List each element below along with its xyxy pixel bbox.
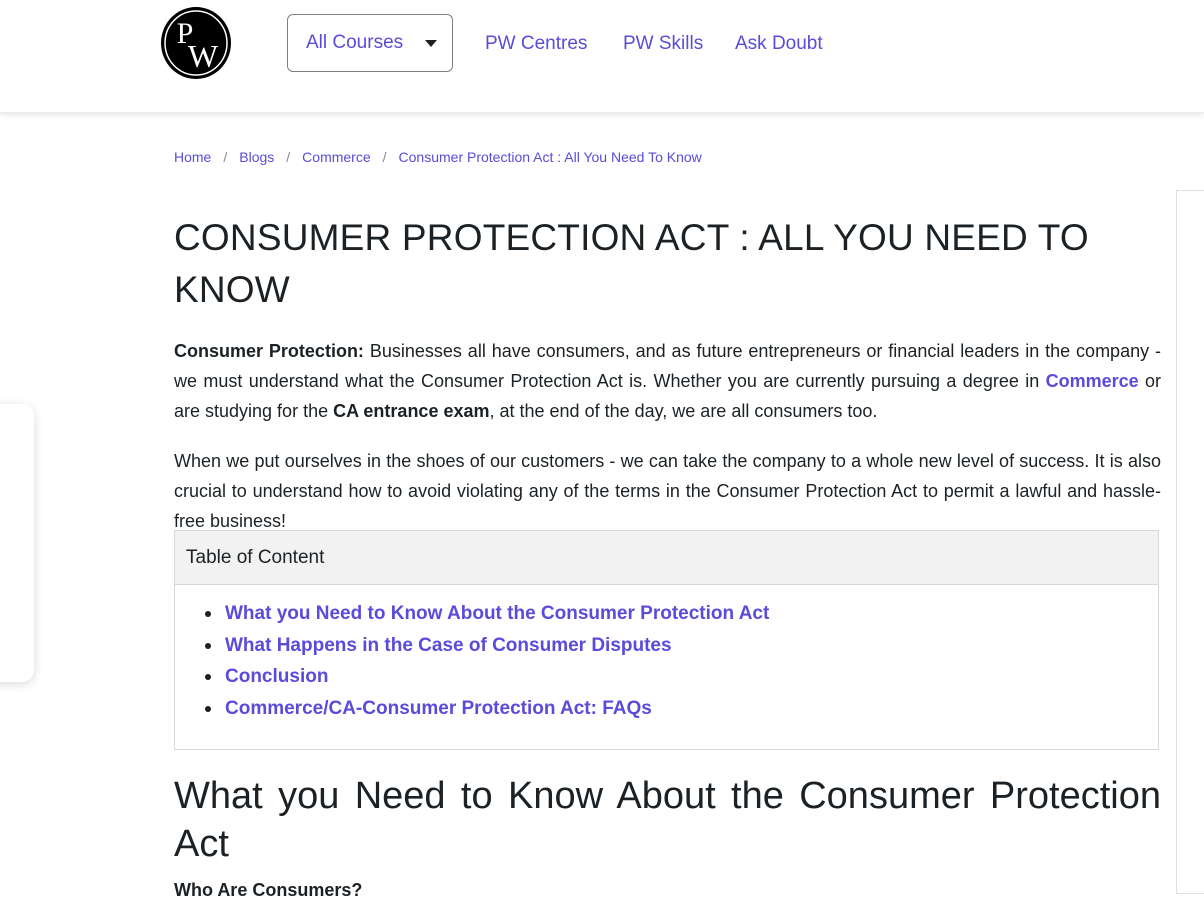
intro-paragraph: Consumer Protection: Businesses all have…: [174, 336, 1161, 426]
nav-pw-centres[interactable]: PW Centres: [485, 33, 587, 55]
page-title: CONSUMER PROTECTION ACT : ALL YOU NEED T…: [174, 217, 1089, 310]
nav-pw-skills[interactable]: PW Skills: [623, 33, 703, 55]
intro-text: , at the end of the day, we are all cons…: [489, 401, 878, 421]
breadcrumb-separator: /: [286, 149, 291, 165]
chevron-down-icon: [425, 39, 438, 47]
right-sidebar-panel: [1176, 190, 1204, 894]
breadcrumb-separator: /: [382, 149, 387, 165]
commerce-link[interactable]: Commerce: [1046, 371, 1139, 391]
toc-link[interactable]: Conclusion: [225, 666, 328, 687]
toc-list: What you Need to Know About the Consumer…: [175, 585, 1158, 724]
toc-item: What you Need to Know About the Consumer…: [205, 598, 1158, 630]
svg-text:W: W: [188, 38, 219, 74]
all-courses-label: All Courses: [306, 32, 404, 53]
all-courses-dropdown[interactable]: All Courses: [287, 14, 453, 72]
breadcrumb-home[interactable]: Home: [174, 149, 211, 165]
second-paragraph: When we put ourselves in the shoes of ou…: [174, 451, 1161, 531]
site-header: P W All Courses PW Centres PW Skills Ask…: [0, 0, 1204, 113]
toc-item: What Happens in the Case of Consumer Dis…: [205, 630, 1158, 662]
toc-item: Conclusion: [205, 661, 1158, 693]
lead-text: Consumer Protection:: [174, 341, 364, 361]
nav-ask-doubt[interactable]: Ask Doubt: [735, 33, 823, 55]
social-sidebar: f: [0, 404, 34, 682]
toc-link[interactable]: What Happens in the Case of Consumer Dis…: [225, 635, 672, 656]
breadcrumb: Home / Blogs / Commerce / Consumer Prote…: [174, 149, 702, 165]
breadcrumb-separator: /: [223, 149, 228, 165]
breadcrumb-commerce[interactable]: Commerce: [302, 149, 370, 165]
ca-exam-text: CA entrance exam: [333, 401, 490, 421]
toc-item: Commerce/CA-Consumer Protection Act: FAQ…: [205, 693, 1158, 725]
article: CONSUMER PROTECTION ACT : ALL YOU NEED T…: [174, 212, 1161, 536]
toc-heading: Table of Content: [175, 531, 1158, 585]
pw-logo[interactable]: P W: [159, 5, 233, 81]
subheading: Who Are Consumers?: [174, 880, 363, 900]
toc-link[interactable]: Commerce/CA-Consumer Protection Act: FAQ…: [225, 698, 652, 719]
section-heading: What you Need to Know About the Consumer…: [174, 775, 1161, 865]
table-of-content: Table of Content What you Need to Know A…: [174, 530, 1159, 750]
toc-link[interactable]: What you Need to Know About the Consumer…: [225, 603, 769, 624]
breadcrumb-blogs[interactable]: Blogs: [239, 149, 274, 165]
breadcrumb-current[interactable]: Consumer Protection Act : All You Need T…: [399, 149, 702, 165]
